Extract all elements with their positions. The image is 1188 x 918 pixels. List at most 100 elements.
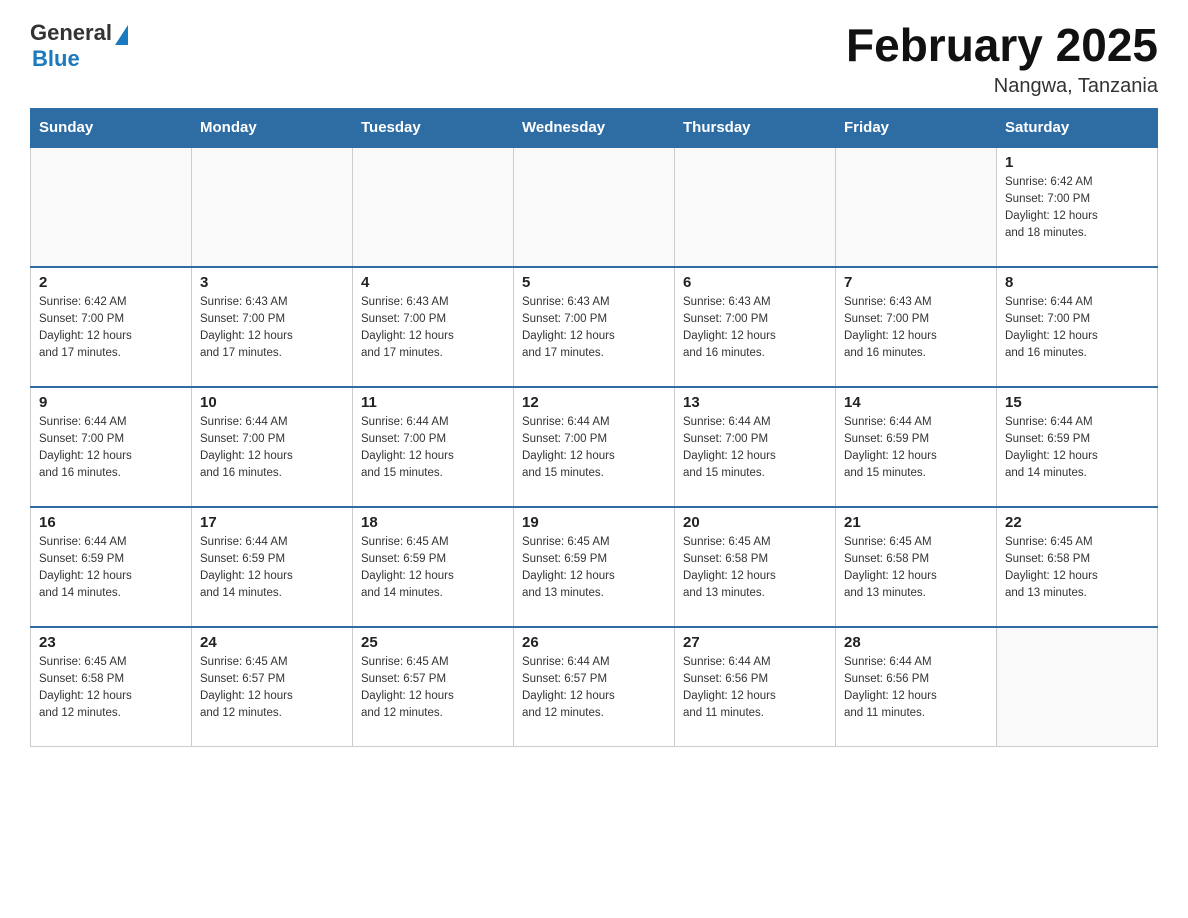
calendar-cell: [192, 147, 353, 267]
location: Nangwa, Tanzania: [846, 75, 1158, 98]
calendar-cell: 12 Sunrise: 6:44 AM Sunset: 7:00 PM Dayli…: [514, 387, 675, 507]
day-number: 2: [39, 274, 183, 291]
calendar-cell: 8 Sunrise: 6:44 AM Sunset: 7:00 PM Daylig…: [997, 267, 1158, 387]
calendar-cell: 4 Sunrise: 6:43 AM Sunset: 7:00 PM Daylig…: [353, 267, 514, 387]
logo-triangle-icon: [115, 25, 128, 45]
day-number: 12: [522, 394, 666, 411]
calendar-cell: 3 Sunrise: 6:43 AM Sunset: 7:00 PM Daylig…: [192, 267, 353, 387]
day-info: Sunrise: 6:45 AM Sunset: 6:58 PM Dayligh…: [1005, 534, 1149, 603]
day-number: 20: [683, 514, 827, 531]
calendar-cell: 6Sunrise: 6:43 AM Sunset: 7:00 PM Daylig…: [675, 267, 836, 387]
day-info: Sunrise: 6:44 AM Sunset: 6:59 PM Dayligh…: [39, 534, 183, 603]
week-row-2: 2Sunrise: 6:42 AM Sunset: 7:00 PM Daylig…: [31, 267, 1158, 387]
day-info: Sunrise: 6:44 AM Sunset: 7:00 PM Dayligh…: [361, 414, 505, 483]
calendar-cell: 18 Sunrise: 6:45 AM Sunset: 6:59 PM Dayli…: [353, 507, 514, 627]
calendar-cell: 11 Sunrise: 6:44 AM Sunset: 7:00 PM Dayli…: [353, 387, 514, 507]
day-number: 27: [683, 634, 827, 651]
calendar-cell: 17Sunrise: 6:44 AM Sunset: 6:59 PM Dayli…: [192, 507, 353, 627]
calendar-cell: [31, 147, 192, 267]
day-number: 18: [361, 514, 505, 531]
day-number: 14: [844, 394, 988, 411]
calendar-cell: [997, 627, 1158, 747]
week-row-5: 23 Sunrise: 6:45 AM Sunset: 6:58 PM Dayli…: [31, 627, 1158, 747]
calendar-cell: 16 Sunrise: 6:44 AM Sunset: 6:59 PM Dayli…: [31, 507, 192, 627]
calendar-table: SundayMondayTuesdayWednesdayThursdayFrid…: [30, 108, 1158, 748]
day-number: 15: [1005, 394, 1149, 411]
day-info: Sunrise: 6:44 AM Sunset: 7:00 PM Dayligh…: [200, 414, 344, 483]
day-number: 16: [39, 514, 183, 531]
day-number: 8: [1005, 274, 1149, 291]
day-info: Sunrise: 6:42 AM Sunset: 7:00 PM Dayligh…: [1005, 174, 1149, 243]
calendar-cell: [836, 147, 997, 267]
week-row-1: 1 Sunrise: 6:42 AM Sunset: 7:00 PM Daylig…: [31, 147, 1158, 267]
day-number: 28: [844, 634, 988, 651]
day-info: Sunrise: 6:44 AM Sunset: 7:00 PM Dayligh…: [39, 414, 183, 483]
day-number: 13: [683, 394, 827, 411]
day-info: Sunrise: 6:43 AM Sunset: 7:00 PM Dayligh…: [522, 294, 666, 363]
day-number: 5: [522, 274, 666, 291]
calendar-cell: 5 Sunrise: 6:43 AM Sunset: 7:00 PM Daylig…: [514, 267, 675, 387]
calendar-cell: 27 Sunrise: 6:44 AM Sunset: 6:56 PM Dayli…: [675, 627, 836, 747]
day-info: Sunrise: 6:44 AM Sunset: 7:00 PM Dayligh…: [522, 414, 666, 483]
day-number: 3: [200, 274, 344, 291]
day-info: Sunrise: 6:43 AM Sunset: 7:00 PM Dayligh…: [361, 294, 505, 363]
day-info: Sunrise: 6:45 AM Sunset: 6:57 PM Dayligh…: [361, 654, 505, 723]
calendar-cell: 7 Sunrise: 6:43 AM Sunset: 7:00 PM Daylig…: [836, 267, 997, 387]
day-number: 26: [522, 634, 666, 651]
week-row-3: 9Sunrise: 6:44 AM Sunset: 7:00 PM Daylig…: [31, 387, 1158, 507]
calendar-cell: 15 Sunrise: 6:44 AM Sunset: 6:59 PM Dayli…: [997, 387, 1158, 507]
column-header-saturday: Saturday: [997, 108, 1158, 147]
day-info: Sunrise: 6:43 AM Sunset: 7:00 PM Dayligh…: [200, 294, 344, 363]
day-number: 10: [200, 394, 344, 411]
month-title: February 2025: [846, 20, 1158, 71]
title-area: February 2025 Nangwa, Tanzania: [846, 20, 1158, 98]
day-info: Sunrise: 6:44 AM Sunset: 6:59 PM Dayligh…: [1005, 414, 1149, 483]
column-header-friday: Friday: [836, 108, 997, 147]
calendar-cell: 21 Sunrise: 6:45 AM Sunset: 6:58 PM Dayli…: [836, 507, 997, 627]
calendar-cell: 10 Sunrise: 6:44 AM Sunset: 7:00 PM Dayli…: [192, 387, 353, 507]
day-number: 4: [361, 274, 505, 291]
day-info: Sunrise: 6:44 AM Sunset: 7:00 PM Dayligh…: [683, 414, 827, 483]
week-row-4: 16 Sunrise: 6:44 AM Sunset: 6:59 PM Dayli…: [31, 507, 1158, 627]
calendar-cell: 26 Sunrise: 6:44 AM Sunset: 6:57 PM Dayli…: [514, 627, 675, 747]
calendar-header-row: SundayMondayTuesdayWednesdayThursdayFrid…: [31, 108, 1158, 147]
logo: General Blue: [30, 20, 128, 72]
calendar-cell: 14 Sunrise: 6:44 AM Sunset: 6:59 PM Dayli…: [836, 387, 997, 507]
day-number: 22: [1005, 514, 1149, 531]
column-header-monday: Monday: [192, 108, 353, 147]
day-number: 21: [844, 514, 988, 531]
calendar-cell: [675, 147, 836, 267]
day-info: Sunrise: 6:45 AM Sunset: 6:59 PM Dayligh…: [361, 534, 505, 603]
day-number: 25: [361, 634, 505, 651]
logo-blue-text: Blue: [32, 46, 80, 72]
day-info: Sunrise: 6:43 AM Sunset: 7:00 PM Dayligh…: [844, 294, 988, 363]
calendar-cell: [514, 147, 675, 267]
day-info: Sunrise: 6:44 AM Sunset: 7:00 PM Dayligh…: [1005, 294, 1149, 363]
day-number: 17: [200, 514, 344, 531]
day-info: Sunrise: 6:44 AM Sunset: 6:59 PM Dayligh…: [844, 414, 988, 483]
column-header-thursday: Thursday: [675, 108, 836, 147]
day-info: Sunrise: 6:44 AM Sunset: 6:57 PM Dayligh…: [522, 654, 666, 723]
calendar-cell: 20 Sunrise: 6:45 AM Sunset: 6:58 PM Dayli…: [675, 507, 836, 627]
day-number: 7: [844, 274, 988, 291]
calendar-cell: 23 Sunrise: 6:45 AM Sunset: 6:58 PM Dayli…: [31, 627, 192, 747]
column-header-sunday: Sunday: [31, 108, 192, 147]
day-number: 1: [1005, 154, 1149, 171]
day-info: Sunrise: 6:45 AM Sunset: 6:58 PM Dayligh…: [683, 534, 827, 603]
day-number: 24: [200, 634, 344, 651]
page-header: General Blue February 2025 Nangwa, Tanza…: [30, 20, 1158, 98]
day-number: 23: [39, 634, 183, 651]
day-info: Sunrise: 6:43 AM Sunset: 7:00 PM Dayligh…: [683, 294, 827, 363]
day-info: Sunrise: 6:45 AM Sunset: 6:57 PM Dayligh…: [200, 654, 344, 723]
day-number: 19: [522, 514, 666, 531]
day-number: 11: [361, 394, 505, 411]
day-info: Sunrise: 6:45 AM Sunset: 6:59 PM Dayligh…: [522, 534, 666, 603]
day-info: Sunrise: 6:45 AM Sunset: 6:58 PM Dayligh…: [39, 654, 183, 723]
calendar-cell: [353, 147, 514, 267]
calendar-cell: 25 Sunrise: 6:45 AM Sunset: 6:57 PM Dayli…: [353, 627, 514, 747]
day-info: Sunrise: 6:44 AM Sunset: 6:56 PM Dayligh…: [683, 654, 827, 723]
calendar-cell: 13 Sunrise: 6:44 AM Sunset: 7:00 PM Dayli…: [675, 387, 836, 507]
column-header-tuesday: Tuesday: [353, 108, 514, 147]
day-info: Sunrise: 6:45 AM Sunset: 6:58 PM Dayligh…: [844, 534, 988, 603]
calendar-cell: 19 Sunrise: 6:45 AM Sunset: 6:59 PM Dayli…: [514, 507, 675, 627]
